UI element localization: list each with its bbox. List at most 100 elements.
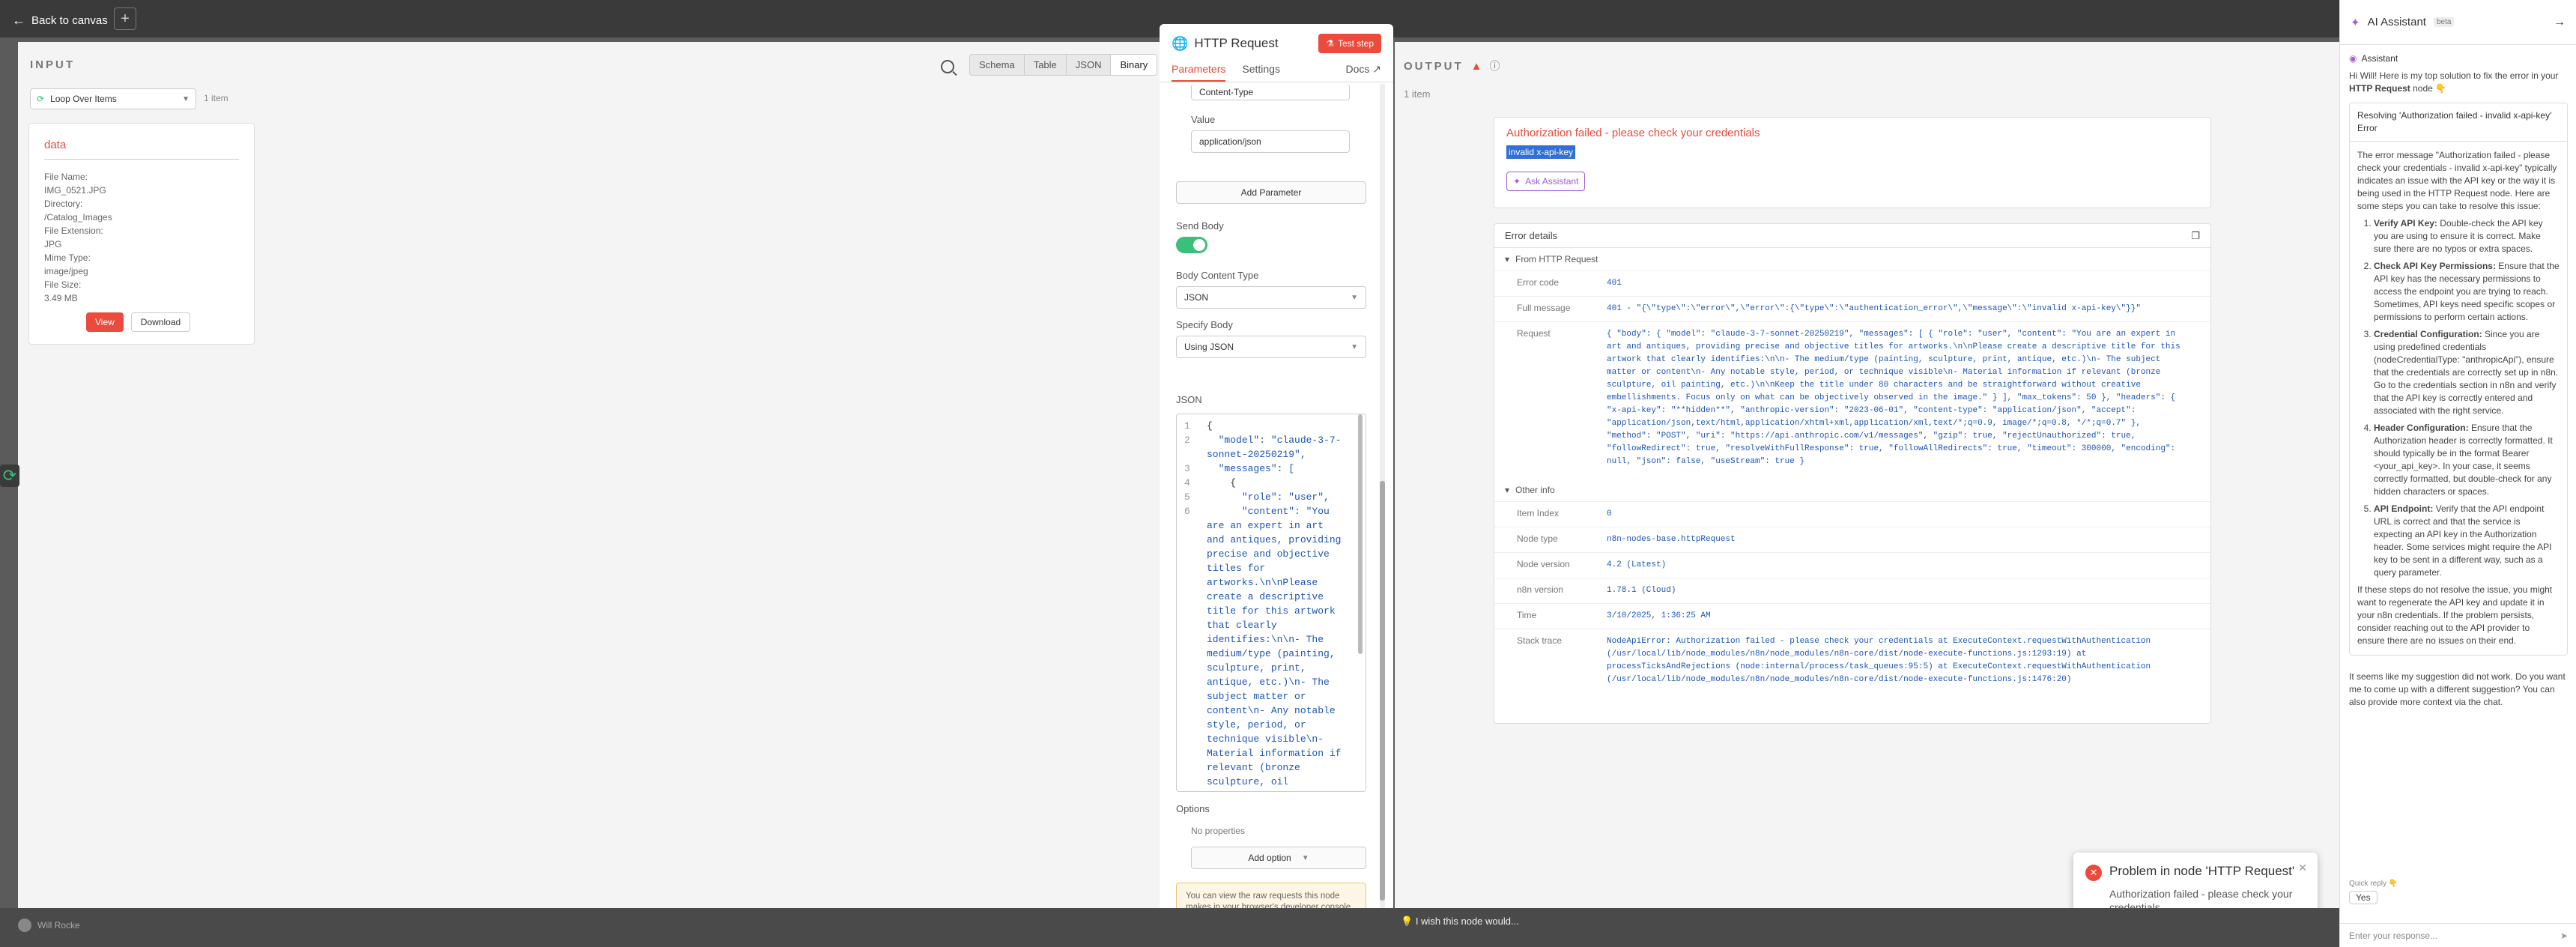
download-button[interactable]: Download	[130, 312, 191, 332]
solution-step: API Endpoint: Verify that the API endpoi…	[2374, 503, 2560, 579]
assistant-avatar-icon: ◉	[2349, 53, 2357, 64]
view-switcher: Schema Table JSON Binary	[969, 54, 1158, 76]
bottom-bar	[0, 908, 2339, 947]
binary-card-title: data	[44, 139, 239, 160]
solution-step: Check API Key Permissions: Ensure that t…	[2374, 260, 2560, 324]
options-label: Options	[1176, 803, 1210, 814]
modal-scrollbar[interactable]	[1380, 84, 1385, 923]
chevron-down-icon: ▼	[1301, 853, 1309, 862]
code-line: 4 {	[1184, 477, 1237, 488]
view-tab-table[interactable]: Table	[1025, 55, 1067, 75]
user-menu[interactable]: Will Rocke	[18, 919, 80, 932]
add-tab-button[interactable]: +	[114, 7, 136, 30]
quick-reply-yes-button[interactable]: Yes	[2349, 891, 2378, 904]
assistant-title: AI Assistant	[2367, 16, 2426, 28]
input-item-count: 1 item	[204, 93, 228, 103]
refresh-left-icon[interactable]: ⟳	[0, 465, 19, 487]
json-code-editor[interactable]: 1{ 2 "model": "claude-3-7- sonnet-202502…	[1176, 414, 1366, 792]
file-size-value: 3.49 MB	[44, 293, 78, 303]
assistant-input[interactable]: Enter your response... ➤	[2340, 923, 2576, 947]
feedback-link[interactable]: 💡 I wish this node would...	[1401, 916, 1519, 928]
search-icon[interactable]	[941, 60, 954, 73]
beta-badge: beta	[2433, 17, 2455, 27]
solution-step: Header Configuration: Ensure that the Au…	[2374, 422, 2560, 498]
send-icon[interactable]: ➤	[2560, 931, 2568, 941]
back-to-canvas-button[interactable]: ← Back to canvas	[12, 7, 108, 33]
code-line: 3 "messages": [	[1184, 463, 1295, 474]
avatar	[18, 919, 31, 932]
sparkle-icon: ✦	[1513, 176, 1521, 187]
json-label: JSON	[1176, 394, 1202, 405]
file-extension-label: File Extension:	[44, 226, 103, 236]
file-name-value: IMG_0521.JPG	[44, 185, 106, 196]
assistant-followup: It seems like my suggestion did not work…	[2349, 671, 2566, 707]
code-line: 6 "content": "You are an expert in art a…	[1184, 506, 1342, 787]
value-label: Value	[1191, 114, 1216, 125]
node-name[interactable]: HTTP Request	[1194, 36, 1278, 51]
caret-down-icon: ▾	[1505, 485, 1510, 495]
chevron-down-icon: ▼	[1351, 293, 1358, 302]
view-tab-schema[interactable]: Schema	[970, 55, 1025, 75]
detail-row: Item Index 0	[1494, 501, 2210, 527]
code-scrollbar[interactable]	[1358, 414, 1363, 654]
ai-assistant-panel: ✦ AI Assistant beta → ◉ Assistant Hi Wil…	[2339, 0, 2576, 947]
detail-row: Time 3/10/2025, 1:36:25 AM	[1494, 603, 2210, 629]
error-icon: ✕	[2085, 865, 2102, 881]
specify-body-label: Specify Body	[1176, 319, 1233, 330]
output-header: OUTPUT ▲ ⓘ	[1404, 58, 1500, 73]
solution-intro: The error message "Authorization failed …	[2357, 150, 2557, 211]
arrow-left-icon: ←	[12, 12, 25, 28]
directory-value: /Catalog_Images	[44, 212, 112, 223]
other-info-toggle[interactable]: ▾ Other info	[1494, 479, 2210, 501]
collapse-icon[interactable]: →	[2554, 16, 2566, 29]
detail-row: Stack trace NodeApiError: Authorization f…	[1494, 629, 2210, 692]
warning-icon: ▲	[1470, 59, 1482, 73]
output-item-count: 1 item	[1404, 88, 1431, 100]
header-value-field[interactable]: application/json	[1191, 130, 1350, 153]
input-node-select[interactable]: ⟳ Loop Over Items ▼	[30, 88, 196, 109]
caret-down-icon: ▾	[1505, 254, 1510, 264]
no-properties-text: No properties	[1191, 826, 1246, 836]
docs-link[interactable]: Docs ↗	[1345, 63, 1381, 82]
error-details: Error details ❐ ▾ From HTTP Request Error …	[1494, 223, 2211, 724]
send-body-label: Send Body	[1176, 220, 1224, 232]
solution-box: Resolving 'Authorization failed - invali…	[2349, 103, 2568, 656]
add-parameter-button[interactable]: Add Parameter	[1176, 181, 1366, 204]
body-content-type-select[interactable]: JSON ▼	[1176, 286, 1366, 309]
view-button[interactable]: View	[86, 312, 124, 332]
file-name-label: File Name:	[44, 172, 88, 182]
add-option-button[interactable]: Add option ▼	[1191, 847, 1366, 869]
view-tab-binary[interactable]: Binary	[1111, 55, 1157, 75]
toast-title: Problem in node 'HTTP Request'	[2109, 864, 2295, 878]
body-content-type-label: Body Content Type	[1176, 270, 1259, 281]
file-extension-value: JPG	[44, 239, 62, 249]
from-http-request-toggle[interactable]: ▾ From HTTP Request	[1494, 248, 2210, 270]
chevron-down-icon: ▼	[1351, 342, 1358, 351]
code-line: 5 "role": "user",	[1184, 491, 1330, 503]
detail-row: Full message 401 - "{\"type\":\"error\",\…	[1494, 296, 2210, 321]
ask-assistant-button[interactable]: ✦ Ask Assistant	[1506, 172, 1586, 191]
tab-parameters[interactable]: Parameters	[1172, 63, 1226, 82]
error-message: Authorization failed - please check your…	[1506, 127, 1760, 139]
detail-row: Node type n8n-nodes-base.httpRequest	[1494, 527, 2210, 552]
close-icon[interactable]: ✕	[2298, 862, 2307, 874]
detail-row: n8n version 1.78.1 (Cloud)	[1494, 578, 2210, 603]
loop-icon: ⟳	[37, 94, 45, 104]
external-link-icon: ↗	[1372, 63, 1381, 75]
header-name-field[interactable]: Content-Type	[1191, 84, 1350, 100]
tab-settings[interactable]: Settings	[1242, 63, 1280, 82]
view-tab-json[interactable]: JSON	[1067, 55, 1112, 75]
assistant-sender: ◉ Assistant	[2349, 53, 2398, 64]
sparkle-icon: ✦	[2351, 16, 2360, 29]
info-icon[interactable]: ⓘ	[1490, 58, 1500, 73]
test-step-button[interactable]: ⚗ Test step	[1318, 34, 1381, 53]
send-body-toggle[interactable]	[1176, 237, 1207, 253]
lightbulb-icon: 💡	[1401, 916, 1413, 927]
solution-step: Credential Configuration: Since you are …	[2374, 328, 2560, 417]
chevron-down-icon: ▼	[182, 94, 190, 103]
copy-icon[interactable]: ❐	[2191, 230, 2200, 242]
flask-icon: ⚗	[1326, 38, 1334, 49]
detail-row: Error code 401	[1494, 270, 2210, 296]
code-line: 1{	[1184, 420, 1213, 432]
specify-body-select[interactable]: Using JSON ▼	[1176, 336, 1366, 358]
